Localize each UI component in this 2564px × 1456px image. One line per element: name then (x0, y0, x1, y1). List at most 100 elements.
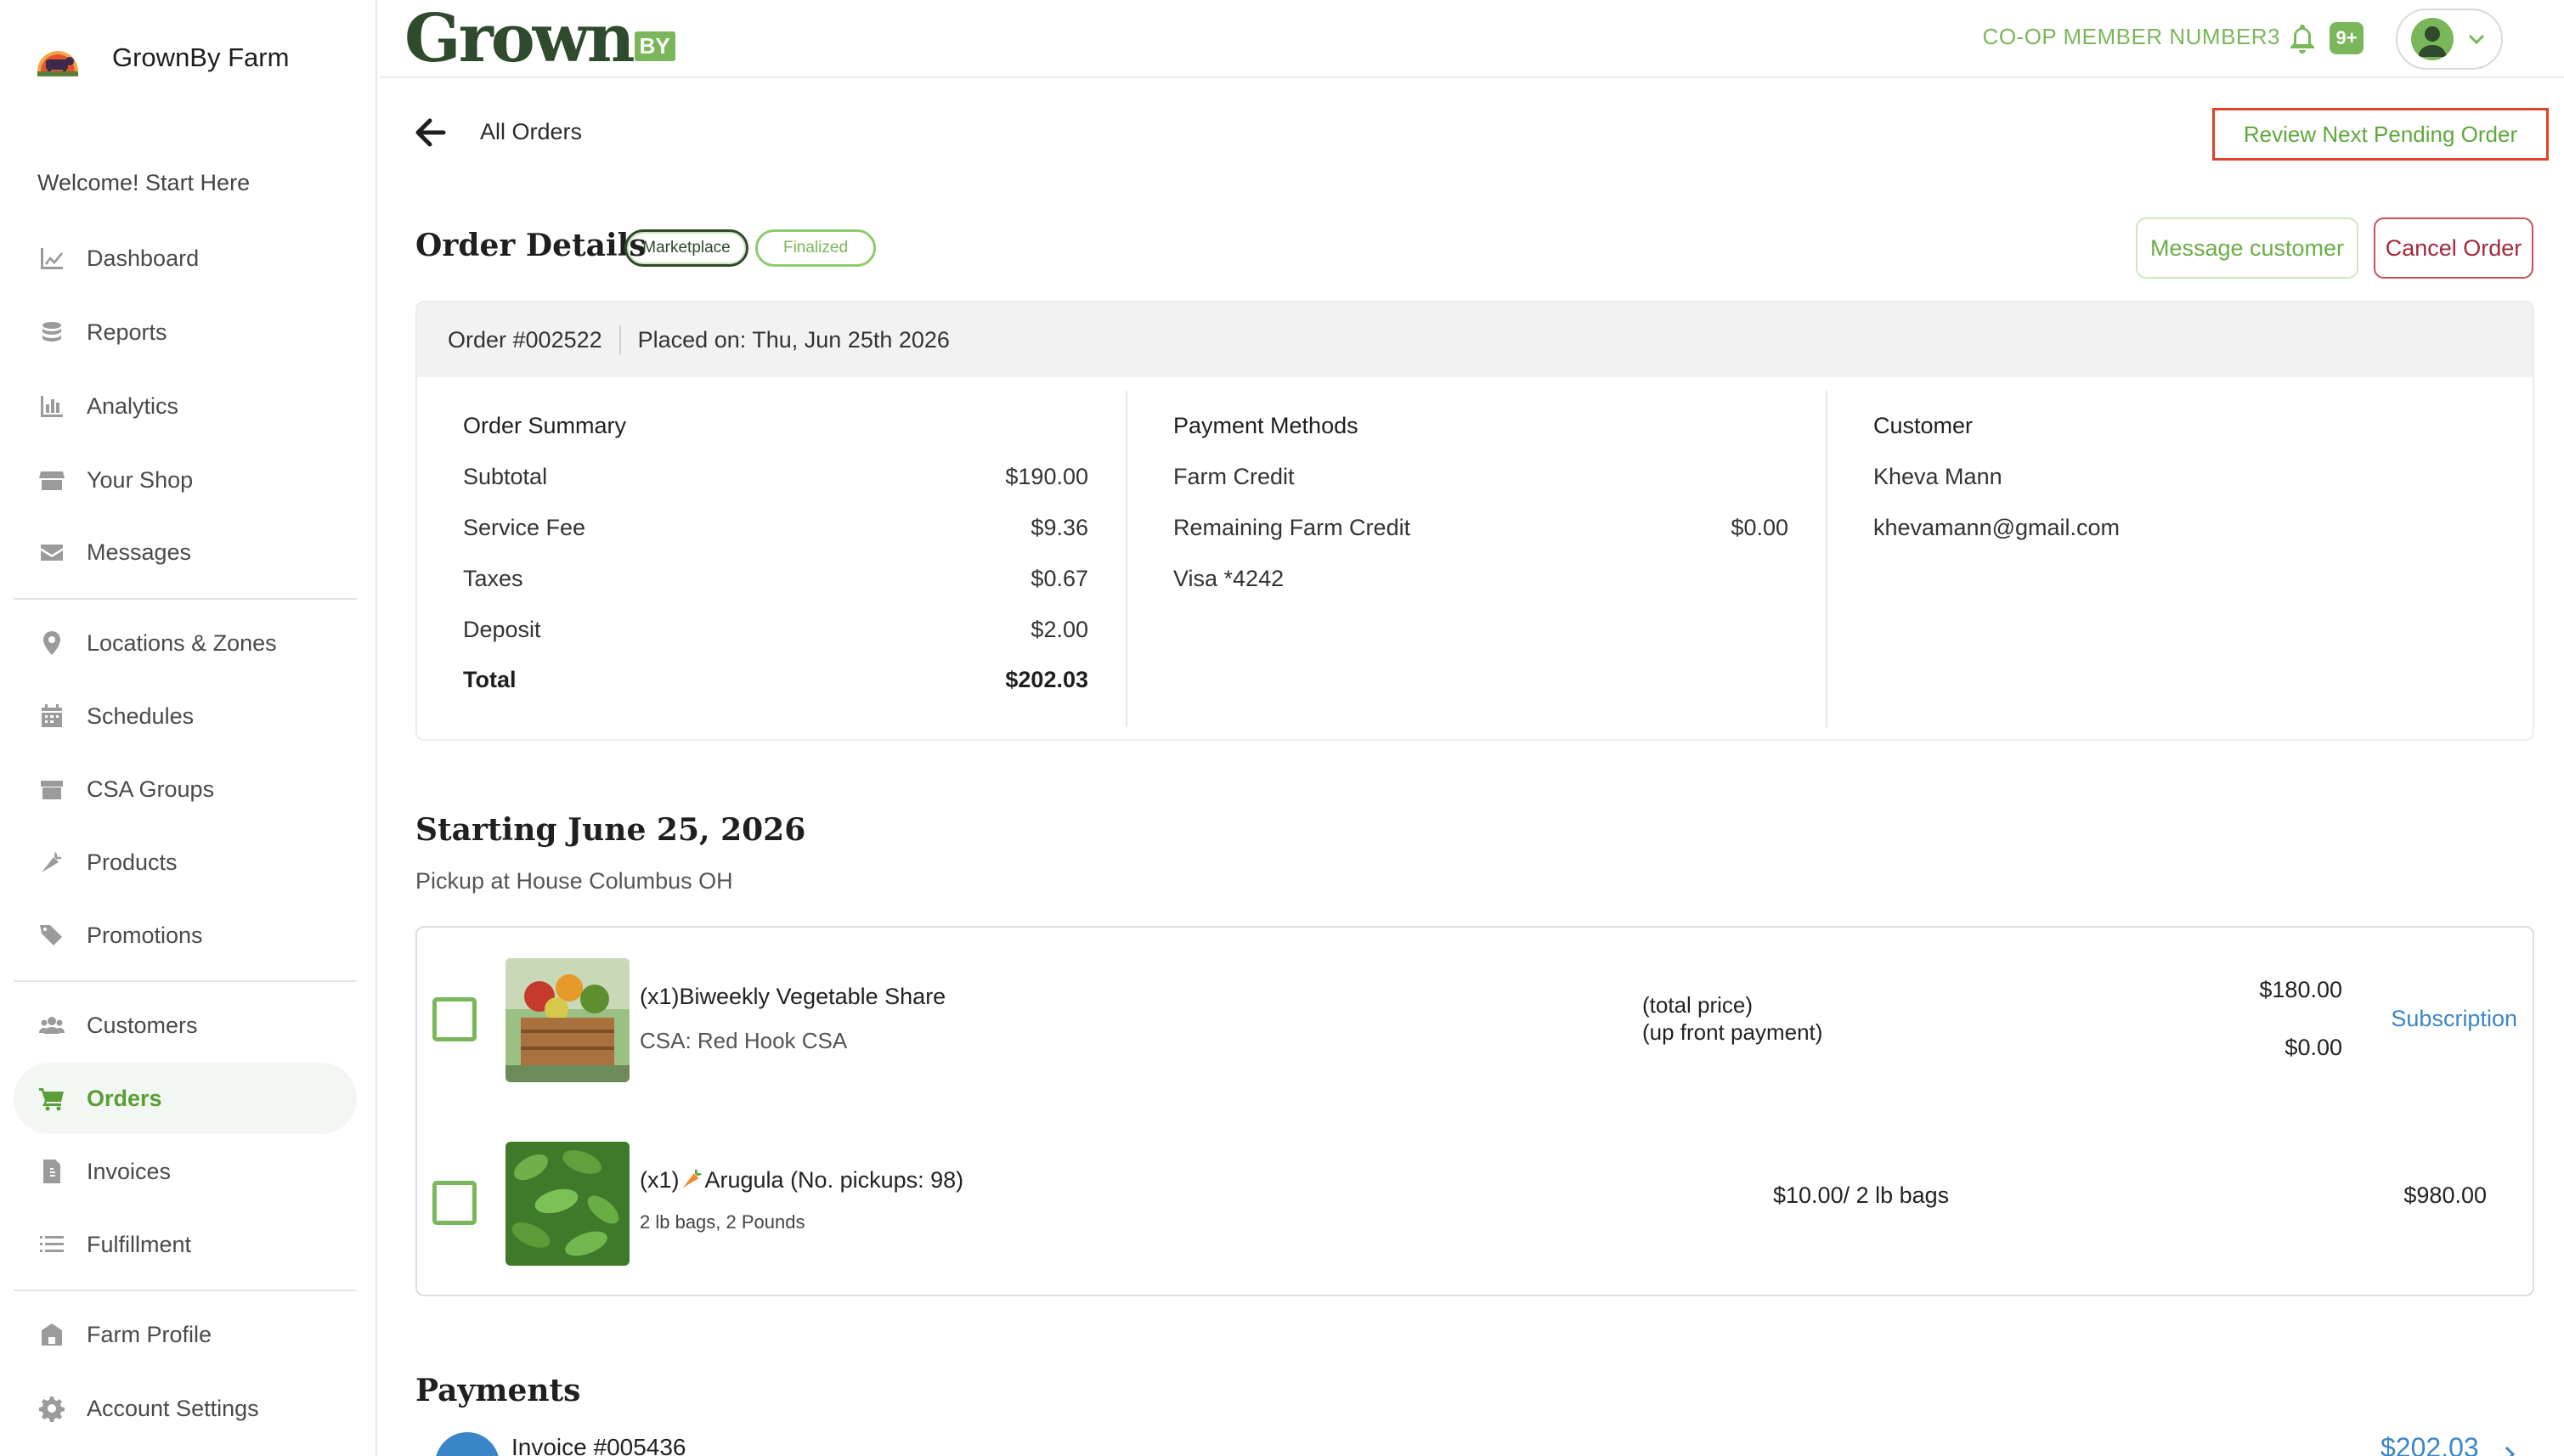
payment-row-farm-credit: Farm Credit (1173, 464, 1788, 490)
carrot-icon (37, 848, 66, 877)
price-note-total: (total price) (1642, 992, 1754, 1018)
tags-icon (37, 921, 66, 950)
item-name: Arugula (No. pickups: 98) (704, 1167, 964, 1193)
store-icon (37, 466, 66, 494)
customer-email: khevamann@gmail.com (1873, 515, 2495, 541)
finalized-badge: Finalized (755, 229, 876, 267)
sidebar-item-label: Schedules (87, 703, 195, 729)
item-line-total: $980.00 (2403, 1182, 2487, 1208)
order-summary-column: Order Summary Subtotal $190.00 Service F… (417, 391, 1127, 727)
summary-label: Deposit (463, 617, 541, 642)
sidebar-item-your-shop[interactable]: Your Shop (14, 444, 357, 516)
sidebar-item-label: Promotions (87, 922, 203, 948)
bell-icon[interactable] (2287, 22, 2318, 54)
sidebar-item-label: Messages (87, 539, 192, 565)
payments-title: Payments (415, 1373, 581, 1408)
brand-name: GrownBy Farm (112, 42, 290, 72)
customer-name-text: Kheva Mann (1873, 464, 2002, 489)
list-icon (37, 1230, 66, 1259)
invoice-icon (37, 1157, 66, 1186)
sidebar-divider (14, 598, 357, 600)
all-orders-link[interactable]: All Orders (480, 119, 582, 145)
customer-name: Kheva Mann (1873, 464, 2495, 490)
item-unit-price: $10.00/ 2 lb bags (1773, 1182, 1950, 1208)
summary-row-subtotal: Subtotal $190.00 (463, 464, 1088, 490)
cart-icon (37, 1084, 66, 1113)
subscription-link[interactable]: Subscription (2391, 1006, 2517, 1032)
avatar (2411, 18, 2454, 60)
sidebar-item-analytics[interactable]: Analytics (14, 370, 357, 442)
sidebar-item-products[interactable]: Products (14, 827, 357, 898)
envelope-icon (37, 538, 66, 567)
brand[interactable]: GrownBy Farm (34, 32, 289, 83)
sidebar-item-dashboard[interactable]: Dashboard (14, 223, 357, 294)
carrot-icon (682, 1168, 702, 1188)
user-menu-button[interactable] (2396, 8, 2503, 70)
sidebar-item-fulfillment[interactable]: Fulfillment (14, 1209, 357, 1280)
payment-row-card: Visa *4242 (1173, 566, 1788, 592)
summary-value: $0.67 (1031, 566, 1088, 591)
summary-value: $202.03 (1005, 667, 1088, 692)
order-info-band: Order #002522 Placed on: Thu, Jun 25th 2… (417, 302, 2533, 377)
invoice-number[interactable]: Invoice #005436 (511, 1434, 686, 1456)
item-name-row: (x1) Arugula (No. pickups: 98) (640, 1165, 963, 1194)
order-info-card: Order #002522 Placed on: Thu, Jun 25th 2… (415, 301, 2534, 741)
welcome-link[interactable]: Welcome! Start Here (37, 170, 250, 196)
payment-label: Remaining Farm Credit (1173, 515, 1411, 540)
customer-email-text[interactable]: khevamann@gmail.com (1873, 515, 2120, 541)
sidebar-item-orders[interactable]: Orders (14, 1063, 357, 1134)
payment-methods-column: Payment Methods Farm Credit Remaining Fa… (1127, 391, 1827, 727)
summary-value: $190.00 (1005, 464, 1088, 489)
bar-chart-icon (37, 392, 66, 420)
top-bar: Grown BY CO-OP MEMBER NUMBER3 9+ (379, 0, 2564, 78)
summary-label: Subtotal (463, 464, 548, 489)
grownby-logo[interactable]: Grown BY (404, 5, 675, 73)
sidebar-item-label: Your Shop (87, 466, 194, 493)
sidebar-item-label: Products (87, 849, 178, 875)
sidebar-item-schedules[interactable]: Schedules (14, 680, 357, 752)
sidebar-item-label: Fulfillment (87, 1231, 192, 1257)
summary-value: $9.36 (1031, 515, 1088, 540)
sidebar-item-customers[interactable]: Customers (14, 990, 357, 1061)
users-icon (37, 1011, 66, 1040)
logo-by-badge: BY (634, 31, 675, 61)
sidebar-item-locations[interactable]: Locations & Zones (14, 607, 357, 679)
calendar-icon (37, 702, 66, 731)
message-customer-button[interactable]: Message customer (2136, 217, 2358, 279)
summary-row-deposit: Deposit $2.00 (463, 617, 1088, 643)
sidebar: GrownBy Farm Welcome! Start Here Dashboa… (0, 0, 377, 1456)
sidebar-item-reports[interactable]: Reports (14, 296, 357, 368)
notification-count-badge[interactable]: 9+ (2330, 22, 2364, 54)
map-pin-icon (37, 629, 66, 657)
sidebar-item-label: Invoices (87, 1158, 172, 1184)
member-number: CO-OP MEMBER NUMBER3 (1982, 24, 2280, 49)
order-number: Order #002522 (448, 326, 602, 353)
sidebar-item-promotions[interactable]: Promotions (14, 900, 357, 971)
vegetable-share-image (505, 958, 630, 1082)
sidebar-item-account-settings[interactable]: Account Settings (14, 1373, 357, 1444)
back-arrow-icon[interactable] (413, 117, 447, 148)
sidebar-item-csa-groups[interactable]: CSA Groups (14, 753, 357, 825)
item-quantity: (x1) (640, 1167, 680, 1193)
sidebar-item-label: Analytics (87, 392, 179, 419)
order-summary-header: Order Summary (463, 413, 627, 438)
sidebar-divider (14, 1290, 357, 1291)
chevron-right-icon[interactable] (2499, 1444, 2520, 1456)
sidebar-item-label: Customers (87, 1012, 198, 1038)
invoice-amount[interactable]: $202.03 (2380, 1432, 2479, 1456)
summary-label: Total (463, 667, 517, 692)
sidebar-item-farm-profile[interactable]: Farm Profile (14, 1299, 357, 1370)
sidebar-item-messages[interactable]: Messages (14, 516, 357, 588)
item-upfront-price: $0.00 (2284, 1035, 2342, 1060)
sidebar-item-label: Locations & Zones (87, 629, 277, 656)
payment-value: $0.00 (1731, 515, 1788, 540)
sidebar-item-invoices[interactable]: Invoices (14, 1136, 357, 1207)
review-next-pending-order-button[interactable]: Review Next Pending Order (2212, 108, 2549, 161)
payment-row-remaining-credit: Remaining Farm Credit $0.00 (1173, 515, 1788, 541)
cancel-order-button[interactable]: Cancel Order (2374, 217, 2533, 279)
pickup-location: Pickup at House Columbus OH (415, 868, 733, 894)
summary-row-service-fee: Service Fee $9.36 (463, 515, 1088, 541)
sidebar-item-label: Dashboard (87, 245, 200, 271)
item-checkbox[interactable] (432, 997, 477, 1041)
item-checkbox[interactable] (432, 1181, 477, 1225)
